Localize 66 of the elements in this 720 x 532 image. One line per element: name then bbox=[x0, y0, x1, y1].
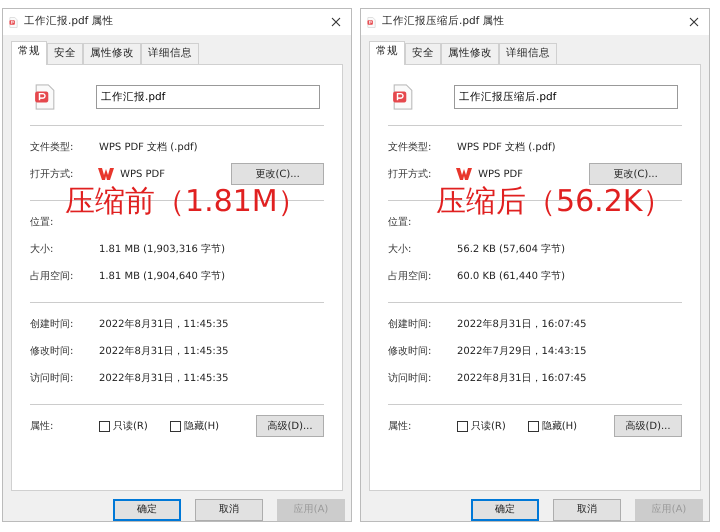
advanced-button[interactable]: 高级(D)... bbox=[614, 415, 682, 438]
property-label: 修改时间: bbox=[30, 344, 74, 359]
tab[interactable]: 安全 bbox=[47, 43, 83, 64]
change-button[interactable]: 更改(C)... bbox=[589, 163, 682, 186]
property-label: 创建时间: bbox=[30, 318, 74, 332]
dialog-button[interactable]: 确定 bbox=[471, 498, 539, 521]
property-value: WPS PDF 文档 (.pdf) bbox=[457, 140, 556, 155]
property-label: 占用空间: bbox=[30, 270, 74, 284]
property-label: 属性: bbox=[30, 420, 54, 434]
tab[interactable]: 常规 bbox=[369, 41, 405, 65]
dialog-button[interactable]: 取消 bbox=[195, 498, 263, 521]
property-label: 位置: bbox=[30, 216, 54, 230]
pdf-file-icon bbox=[392, 82, 414, 111]
advanced-button[interactable]: 高级(D)... bbox=[256, 415, 324, 438]
pdf-file-icon bbox=[367, 16, 376, 28]
property-label: 创建时间: bbox=[388, 318, 432, 332]
window-title: 工作汇报.pdf 属性 bbox=[24, 14, 115, 30]
property-value: 56.2 KB (57,604 字节) bbox=[457, 242, 566, 257]
tab[interactable]: 属性修改 bbox=[83, 43, 141, 64]
checkbox[interactable]: 隐藏(H) bbox=[170, 418, 220, 434]
property-label: 大小: bbox=[388, 242, 412, 257]
property-label: 属性: bbox=[388, 420, 412, 434]
property-value: 2022年8月31日，16:07:45 bbox=[457, 318, 586, 332]
property-value: 2022年7月29日，14:43:15 bbox=[457, 344, 586, 359]
tab[interactable]: 安全 bbox=[405, 43, 441, 64]
checkbox[interactable]: 只读(R) bbox=[457, 418, 506, 434]
property-value: 2022年8月31日，11:45:35 bbox=[99, 318, 228, 332]
property-value: 1.81 MB (1,904,640 字节) bbox=[99, 270, 225, 284]
property-value: 2022年8月31日，11:45:35 bbox=[99, 372, 228, 386]
file-name-field[interactable]: 工作汇报.pdf bbox=[96, 84, 320, 109]
property-label: 位置: bbox=[388, 216, 412, 230]
close-icon[interactable] bbox=[331, 17, 341, 27]
property-label: 文件类型: bbox=[388, 140, 432, 155]
change-button[interactable]: 更改(C)... bbox=[231, 163, 324, 186]
property-label: 大小: bbox=[30, 242, 54, 257]
property-value: 2022年8月31日，11:45:35 bbox=[99, 344, 228, 359]
tab[interactable]: 详细信息 bbox=[499, 43, 557, 64]
file-name-field[interactable]: 工作汇报压缩后.pdf bbox=[454, 84, 678, 109]
tab[interactable]: 详细信息 bbox=[141, 43, 199, 64]
property-label: 访问时间: bbox=[30, 372, 74, 386]
checkbox[interactable]: 隐藏(H) bbox=[528, 418, 578, 434]
property-label: 占用空间: bbox=[388, 270, 432, 284]
property-value: WPS PDF 文档 (.pdf) bbox=[99, 140, 198, 155]
close-icon[interactable] bbox=[689, 17, 699, 27]
annotation-text: 压缩后（56.2K） bbox=[436, 185, 672, 218]
dialog-button[interactable]: 取消 bbox=[553, 498, 621, 521]
wps-logo-icon bbox=[456, 167, 472, 182]
annotation-text: 压缩前（1.81M） bbox=[65, 185, 308, 218]
wps-logo-icon bbox=[98, 167, 114, 182]
pdf-file-icon bbox=[34, 82, 56, 111]
property-value: WPS PDF bbox=[478, 168, 523, 182]
property-value: 60.0 KB (61,440 字节) bbox=[457, 270, 566, 284]
checkbox[interactable]: 只读(R) bbox=[99, 418, 148, 434]
property-label: 访问时间: bbox=[388, 372, 432, 386]
tab[interactable]: 常规 bbox=[11, 41, 47, 65]
property-value: 2022年8月31日，16:07:45 bbox=[457, 372, 586, 386]
tab[interactable]: 属性修改 bbox=[441, 43, 499, 64]
property-label: 文件类型: bbox=[30, 140, 74, 155]
property-label: 修改时间: bbox=[388, 344, 432, 359]
property-value: WPS PDF bbox=[120, 168, 165, 182]
pdf-file-icon bbox=[9, 16, 18, 28]
dialog-button[interactable]: 确定 bbox=[113, 498, 181, 521]
window-title: 工作汇报压缩后.pdf 属性 bbox=[382, 14, 506, 30]
property-label: 打开方式: bbox=[30, 168, 74, 182]
property-value: 1.81 MB (1,903,316 字节) bbox=[99, 242, 225, 257]
property-label: 打开方式: bbox=[388, 168, 432, 182]
